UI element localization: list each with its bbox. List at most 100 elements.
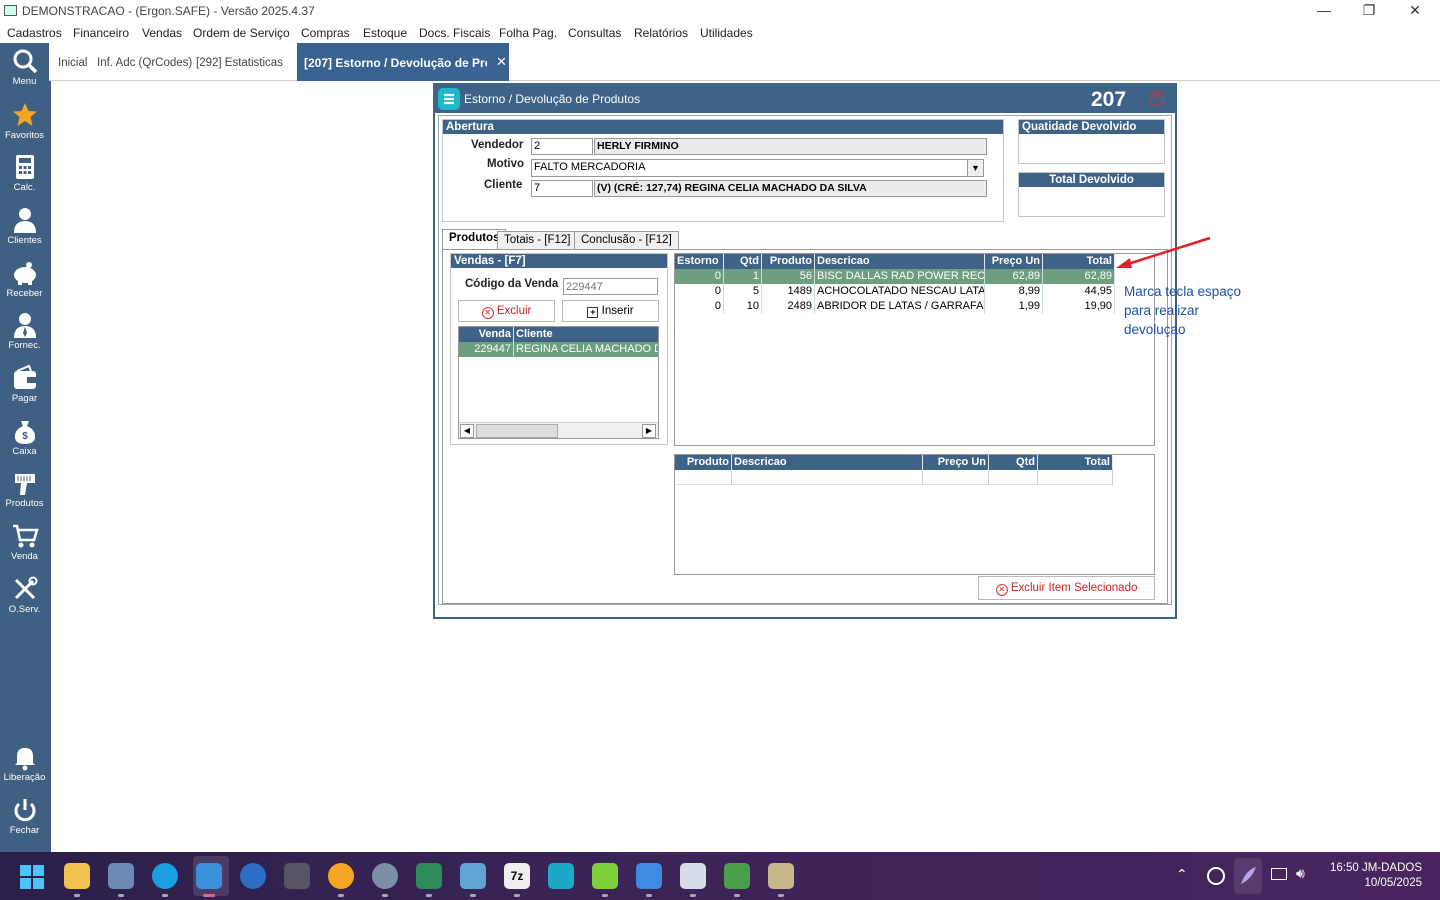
file-explorer-icon[interactable] [64,863,90,889]
horizontal-scrollbar[interactable]: ◀ ▶ [459,422,658,438]
preco-cell: 1,99 [985,299,1043,314]
produto-cell: 56 [762,269,815,284]
form-body: Abertura Vendedor 2 HERLY FIRMINO Motivo… [438,115,1172,605]
menu-consultas[interactable]: Consultas [568,26,621,40]
volume-icon[interactable]: 🔊︎ [1296,865,1305,882]
tab-estorno-devolucao[interactable]: [207] Estorno / Devolução de Produtos ✕ [297,43,509,81]
sidebar-item-caixa[interactable]: $ Caixa [0,417,49,469]
menu-cadastros[interactable]: Cadastros [7,26,62,40]
tab-totais[interactable]: Totais - [F12] [497,231,578,249]
clock-date: 10/05/2025 [1364,877,1422,889]
running-indicator [426,894,432,897]
network-computer-icon[interactable] [108,863,134,889]
menu-ordem-servico[interactable]: Ordem de Serviço [193,26,290,40]
settings-gear-icon[interactable] [372,863,398,889]
menu-financeiro[interactable]: Financeiro [73,26,129,40]
edge-browser-icon[interactable] [152,863,178,889]
feather-tray-icon[interactable] [1234,858,1262,894]
menu-vendas[interactable]: Vendas [142,26,182,40]
network-tray-icon[interactable] [1271,868,1287,880]
remove-circle-icon: ✕ [995,584,1008,596]
total-cell: 44,95 [1043,284,1115,299]
table-row[interactable]: 0 10 2489 ABRIDOR DE LATAS / GARRAFAS 1,… [675,299,1115,314]
tab-estatisticas[interactable]: [292] Estatisticas [196,57,283,69]
col-estorno: Estorno [675,254,724,269]
vpn-shield-icon[interactable] [548,863,574,889]
sidebar-item-calc[interactable]: Calc. [0,153,49,205]
tab-inf-adc-qrcodes[interactable]: Inf. Adc (QrCodes) [97,57,192,69]
ergon-app-icon[interactable] [196,863,222,889]
chevron-down-icon[interactable]: ▼ [967,160,983,176]
excluir-item-selecionado-button[interactable]: ✕ Excluir Item Selecionado [978,576,1155,600]
inserir-venda-button[interactable]: + Inserir [562,300,659,322]
sidebar-item-liberacao[interactable]: Liberação [0,743,49,795]
products-grid-header: Estorno Qtd Produto Descricao Preço Un T… [675,254,1115,269]
scrollbar-thumb[interactable] [476,424,558,438]
windows-start-icon[interactable] [20,865,44,889]
estorno-cell: 0 [675,299,724,314]
7zip-icon[interactable]: 7z [504,863,530,889]
sidebar-item-pagar[interactable]: Pagar [0,364,49,416]
document-app-icon[interactable] [680,863,706,889]
scroll-right-icon[interactable]: ▶ [642,424,656,438]
motivo-label: Motivo [487,158,525,170]
search-icon [13,49,37,74]
globe-app-icon[interactable] [240,863,266,889]
sidebar-item-oserv[interactable]: O.Serv. [0,575,49,627]
close-tab-icon[interactable]: ✕ [496,54,507,70]
descricao-cell: ABRIDOR DE LATAS / GARRAFAS [817,299,985,314]
sidebar-item-favoritos[interactable]: Favoritos [0,101,49,153]
codigo-venda-input[interactable] [563,278,658,295]
table-row[interactable]: 229447 REGINA CELIA MACHADO DA SILVA [459,342,658,357]
chevron-up-icon[interactable]: ⌃ [1176,866,1188,883]
sidebar-item-receber[interactable]: Receber [0,259,49,311]
preco-cell: 8,99 [985,284,1043,299]
motivo-select[interactable]: FALTO MERCADORIA ▼ [531,159,984,177]
close-form-icon[interactable]: ✕ [1149,91,1164,106]
col-cliente: Cliente [514,327,658,342]
excluir-venda-button[interactable]: ✕ Excluir [458,300,555,322]
tab-inicial[interactable]: Inicial [58,57,87,69]
table-row[interactable]: 0 5 1489 ACHOCOLATADO NESCAU LATA 370G 8… [675,284,1115,299]
maximize-button[interactable]: ❐ [1346,0,1392,22]
menu-relatorios[interactable]: Relatórios [634,26,688,40]
remote-access-icon[interactable] [328,863,354,889]
sidebar-item-venda[interactable]: Venda [0,522,49,574]
sidebar-item-clientes[interactable]: Clientes [0,206,49,258]
qtd-cell: 10 [724,299,762,314]
window-app-icon[interactable] [636,863,662,889]
sidebar-item-fornec[interactable]: Fornec. [0,311,49,363]
vendedor-code-field[interactable]: 2 [531,138,593,155]
health-app-icon[interactable] [592,863,618,889]
remote-tray-icon[interactable] [1207,867,1225,885]
col-total: Total [1043,254,1115,269]
table-row[interactable]: 0 1 56 BISC DALLAS RAD POWER RECHEADO 62… [675,269,1115,284]
sidebar-item-fechar[interactable]: Fechar [0,796,49,848]
tab-conclusao[interactable]: Conclusão - [F12] [574,231,679,249]
excluir-label: Excluir [496,305,532,317]
security-shield-icon[interactable] [416,863,442,889]
menu-estoque[interactable]: Estoque [363,26,407,40]
produto-cell: 1489 [762,284,815,299]
spreadsheet-app-icon[interactable] [724,863,750,889]
photo-viewer-icon[interactable] [284,863,310,889]
cliente-code-field[interactable]: 7 [531,180,593,197]
sidebar-item-produtos[interactable]: Produtos [0,469,49,521]
vendedor-name-field: HERLY FIRMINO [594,138,987,155]
minimize-button[interactable]: — [1301,0,1347,22]
menu-utilidades[interactable]: Utilidades [700,26,753,40]
scroll-left-icon[interactable]: ◀ [460,424,474,438]
sidebar-item-label: Pagar [11,393,38,404]
col-produto: Produto [762,254,815,269]
content-left-border [49,81,51,852]
menu-folha-pag[interactable]: Folha Pag. [499,26,557,40]
menu-compras[interactable]: Compras [301,26,350,40]
system-clock[interactable]: 16:50 JM-DADOS 10/05/2025 [1322,861,1422,891]
sidebar-item-menu[interactable]: Menu [0,47,49,99]
menu-docs-fiscais[interactable]: Docs. Fiscais [419,26,490,40]
installer-app-icon[interactable] [768,863,794,889]
excluir-item-label: Excluir Item Selecionado [1010,582,1138,594]
network-tool-icon[interactable] [460,863,486,889]
close-window-button[interactable]: ✕ [1392,0,1438,22]
sidebar-item-label: Calc. [13,182,36,193]
